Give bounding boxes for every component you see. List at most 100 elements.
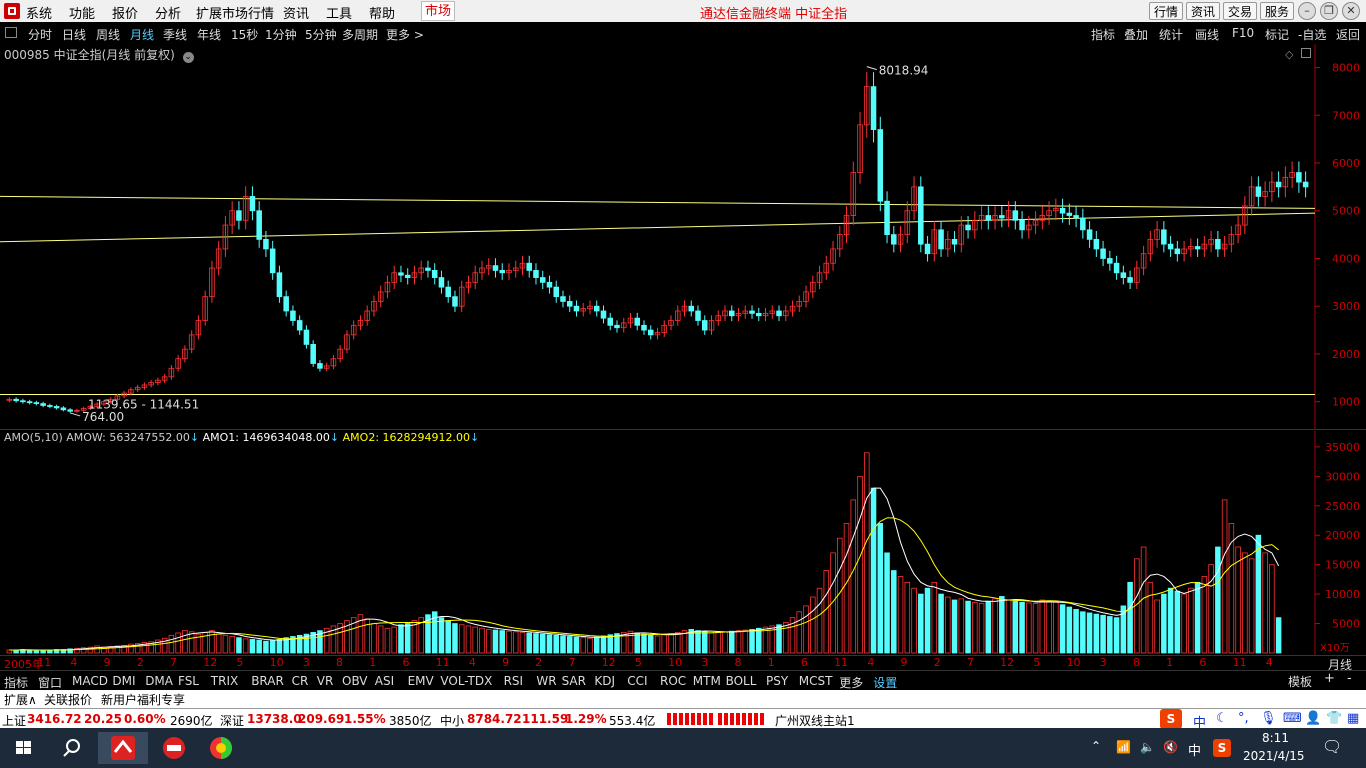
tool-mark[interactable]: 标记 (1265, 26, 1289, 43)
chevron-down-icon[interactable]: ⌄ (182, 52, 194, 63)
chevron-up-icon[interactable]: ⌃ (1091, 739, 1101, 753)
indicator-tab-22[interactable]: PSY (766, 674, 788, 688)
tool-f10[interactable]: F10 (1232, 26, 1254, 40)
period-multi[interactable]: 多周期 (342, 26, 378, 43)
indicator-tab-3[interactable]: DMI (112, 674, 135, 688)
clock-date[interactable]: 2021/4/15 (1243, 749, 1305, 763)
menu-info[interactable]: 资讯 (283, 3, 309, 22)
tool-back[interactable]: 返回 (1336, 26, 1360, 43)
price-chart[interactable]: 8000 7000 6000 5000 4000 3000 2000 1000 8018.94 7… (0, 44, 1366, 430)
indicator-tab-1[interactable]: 窗口 (38, 674, 62, 691)
expand-button[interactable]: 扩展∧ (4, 691, 37, 708)
volume-icon[interactable]: 🔈 (1140, 740, 1155, 754)
skin-icon[interactable]: 👕 (1326, 711, 1342, 726)
indicator-tab-13[interactable]: VOL-TDX (440, 674, 492, 688)
tool-draw[interactable]: 画线 (1195, 26, 1219, 43)
indicator-tab-8[interactable]: CR (292, 674, 309, 688)
indicator-tab-21[interactable]: BOLL (726, 674, 757, 688)
indicator-tab-24[interactable]: 更多 (839, 674, 863, 691)
indicator-tab-12[interactable]: EMV (408, 674, 434, 688)
app-red-circle-icon[interactable] (150, 732, 198, 764)
add-icon[interactable]: + (1324, 671, 1335, 686)
indicator-tab-14[interactable]: RSI (504, 674, 524, 688)
close-icon[interactable]: ✕ (1342, 2, 1360, 20)
tool-indicator[interactable]: 指标 (1091, 26, 1115, 43)
minimize-icon[interactable]: – (1298, 2, 1316, 20)
indicator-tab-15[interactable]: WR (536, 674, 556, 688)
app-color-wheel-icon[interactable] (197, 732, 245, 764)
period-monthly[interactable]: 月线 (130, 26, 154, 43)
indicator-tab-4[interactable]: DMA (145, 674, 173, 688)
ime-indicator[interactable]: 中 (1188, 740, 1201, 759)
menu-tools[interactable]: 工具 (326, 3, 352, 22)
indicator-tab-16[interactable]: SAR (562, 674, 586, 688)
trade-button[interactable]: 交易 (1223, 2, 1257, 20)
server-name[interactable]: 广州双线主站1 (775, 712, 855, 729)
indicator-tab-17[interactable]: KDJ (594, 674, 615, 688)
period-weekly[interactable]: 周线 (96, 26, 120, 43)
menu-help[interactable]: 帮助 (369, 3, 395, 22)
clock-time[interactable]: 8:11 (1262, 731, 1289, 745)
toolbox-icon[interactable]: ▦ (1347, 711, 1359, 726)
info-button[interactable]: 资讯 (1186, 2, 1220, 20)
template-button[interactable]: 模板 (1288, 673, 1312, 690)
panel-maximize-icon[interactable] (1301, 48, 1311, 58)
menu-system[interactable]: 系统 (26, 3, 52, 22)
time-axis-label: 7 (966, 656, 974, 669)
indicator-tab-5[interactable]: FSL (178, 674, 199, 688)
tool-statistics[interactable]: 统计 (1159, 26, 1183, 43)
period-more[interactable]: 更多 > (386, 26, 424, 43)
indicator-tab-23[interactable]: MCST (799, 674, 833, 688)
mic-icon[interactable]: 🎙 (1260, 711, 1277, 726)
panel-toggle-icon[interactable] (5, 27, 17, 38)
notification-icon[interactable]: 🗨 (1322, 737, 1342, 756)
windows-start-icon[interactable] (0, 732, 48, 764)
moon-icon[interactable]: ☾ (1216, 711, 1228, 726)
speaker-icon[interactable]: 🔇 (1163, 740, 1178, 754)
keyboard-icon[interactable]: ⌨ (1283, 711, 1302, 726)
quote-button[interactable]: 行情 (1149, 2, 1183, 20)
period-5min[interactable]: 5分钟 (305, 26, 337, 43)
menu-analysis[interactable]: 分析 (155, 3, 181, 22)
amo-chart[interactable]: 35000 30000 25000 20000 15000 10000 5000 X10万 (0, 431, 1366, 656)
menu-function[interactable]: 功能 (69, 3, 95, 22)
app-title: 通达信金融终端 中证全指 (700, 7, 848, 22)
sogou-ime-icon[interactable]: S (1160, 709, 1182, 729)
period-intraday[interactable]: 分时 (28, 26, 52, 43)
network-icon[interactable]: 📶 (1116, 740, 1131, 754)
minus-icon[interactable]: - (1347, 671, 1352, 686)
new-user-promo-tab[interactable]: 新用户福利专享 (101, 691, 185, 708)
indicator-tab-25[interactable]: 设置 (873, 674, 897, 691)
indicator-tab-9[interactable]: VR (317, 674, 334, 688)
indicator-tab-20[interactable]: MTM (693, 674, 721, 688)
indicator-tab-0[interactable]: 指标 (4, 674, 28, 691)
indicator-tab-7[interactable]: BRAR (251, 674, 284, 688)
indicator-tab-11[interactable]: ASI (375, 674, 394, 688)
period-15s[interactable]: 15秒 (231, 26, 258, 43)
market-tab[interactable]: 市场 (421, 1, 455, 21)
tool-overlay[interactable]: 叠加 (1124, 26, 1148, 43)
indicator-tab-18[interactable]: CCI (627, 674, 647, 688)
menu-quote[interactable]: 报价 (112, 3, 138, 22)
period-1min[interactable]: 1分钟 (265, 26, 297, 43)
indicator-tab-10[interactable]: OBV (342, 674, 368, 688)
indicator-tab-2[interactable]: MACD (72, 674, 108, 688)
tdx-app-icon[interactable] (98, 732, 148, 764)
restore-icon[interactable]: ❐ (1320, 2, 1338, 20)
sogou-tray-icon[interactable]: S (1213, 739, 1231, 757)
user-icon[interactable]: 👤 (1305, 711, 1321, 726)
punctuation-icon[interactable]: °, (1238, 711, 1249, 726)
candle-body (647, 329, 654, 336)
indicator-tab-6[interactable]: TRIX (211, 674, 238, 688)
period-quarterly[interactable]: 季线 (163, 26, 187, 43)
diamond-icon[interactable]: ◇ (1285, 48, 1293, 61)
menu-ext-market[interactable]: 扩展市场行情 (196, 3, 274, 22)
search-icon[interactable] (48, 732, 96, 764)
service-button[interactable]: 服务 (1260, 2, 1294, 20)
tool-remove-watchlist[interactable]: -自选 (1298, 26, 1326, 43)
related-quote-tab[interactable]: 关联报价 (44, 691, 92, 708)
period-daily[interactable]: 日线 (62, 26, 86, 43)
indicator-tab-19[interactable]: ROC (660, 674, 686, 688)
period-yearly[interactable]: 年线 (197, 26, 221, 43)
time-axis-label: 3 (1099, 656, 1107, 669)
